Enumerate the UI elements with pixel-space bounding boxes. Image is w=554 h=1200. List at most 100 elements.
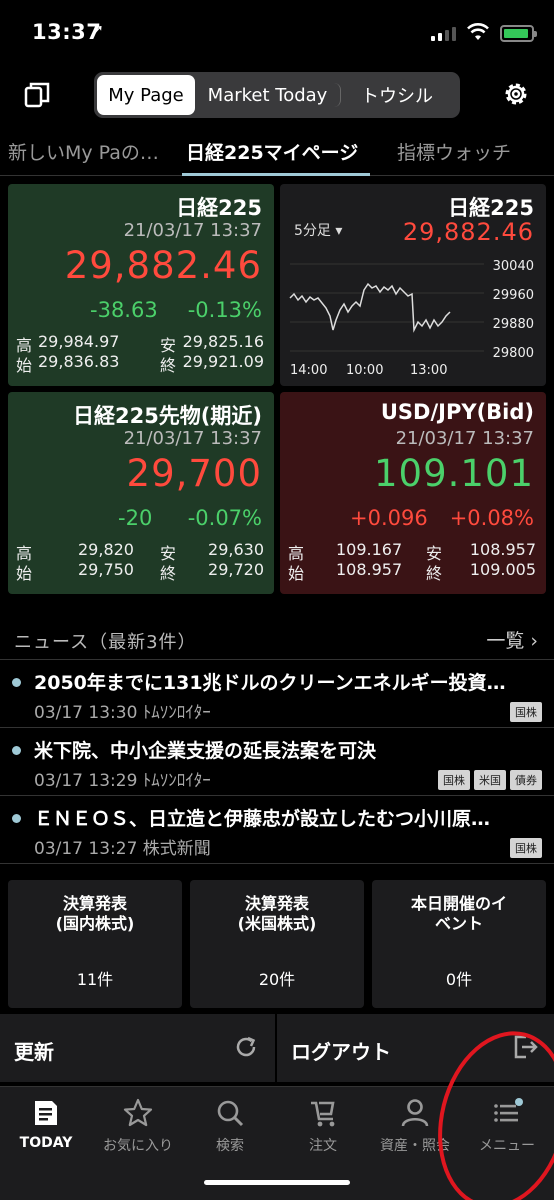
open-value: 29,750 xyxy=(78,560,134,579)
bullet-icon xyxy=(12,746,21,755)
high-value: 29,984.97 xyxy=(38,332,120,351)
close-label: 終 xyxy=(160,356,177,375)
card-name: USD/JPY(Bid) xyxy=(380,400,534,424)
tile-earnings-domestic[interactable]: 決算発表 (国内株式) 11件 xyxy=(8,880,182,1008)
cart-icon xyxy=(311,1101,335,1127)
news-headline: 米下院、中小企業支援の延長法案を可決 xyxy=(34,740,377,762)
logout-icon xyxy=(514,1035,538,1059)
nav-search[interactable]: 検索 xyxy=(184,1097,276,1155)
refresh-button[interactable]: 更新 xyxy=(0,1014,275,1082)
tab-indicator-watch[interactable]: 指標ウォッチ xyxy=(397,138,511,165)
card-name: 日経225 xyxy=(176,196,262,220)
search-icon xyxy=(217,1100,244,1127)
tile-count: 11件 xyxy=(76,970,114,989)
high-value: 109.167 xyxy=(336,540,403,559)
news-header: ニュース（最新3件） 一覧 › xyxy=(0,614,554,660)
x-tick-label: 13:00 xyxy=(410,363,447,378)
status-bar: 13:37 ➚ xyxy=(0,0,554,66)
card-timestamp: 21/03/17 13:37 xyxy=(395,428,534,449)
high-value: 29,820 xyxy=(78,540,134,559)
news-item[interactable]: 米下院、中小企業支援の延長法案を可決 03/17 13:29 ﾄﾑｿﾝﾛｲﾀｰ … xyxy=(0,730,554,796)
card-change: -20 xyxy=(118,506,153,530)
x-tick-label: 14:00 xyxy=(290,363,327,378)
news-list-link[interactable]: 一覧 › xyxy=(486,626,538,653)
gear-icon[interactable] xyxy=(500,78,532,110)
low-value: 29,630 xyxy=(208,540,264,559)
card-row-high-low: 高 29,820 安 29,630 xyxy=(16,540,264,563)
card-change: -38.63 xyxy=(90,298,158,322)
news-title: ニュース（最新3件） xyxy=(14,632,197,653)
nikkei225-futures-card[interactable]: 日経225先物(期近) 21/03/17 13:37 29,700 -20 -0… xyxy=(8,392,274,594)
news-tag: 債券 xyxy=(510,770,542,790)
card-price: 29,882.46 xyxy=(64,244,262,287)
active-tab-indicator xyxy=(182,173,370,176)
card-change-pct: -0.13% xyxy=(187,298,262,322)
tile-count: 20件 xyxy=(258,970,296,989)
news-headline: 2050年までに131兆ドルのクリーンエネルギー投資… xyxy=(34,672,506,694)
nav-today[interactable]: TODAY xyxy=(0,1097,92,1151)
card-change: +0.096 xyxy=(350,506,428,530)
tile-today-events[interactable]: 本日開催のイ ベント 0件 xyxy=(372,880,546,1008)
nav-order[interactable]: 注文 xyxy=(277,1097,369,1155)
news-headline: ＥＮＥＯＳ、日立造と伊藤忠が設立したむつ小川原… xyxy=(34,808,491,830)
card-row-high-low: 高 109.167 安 108.957 xyxy=(288,540,536,563)
segment-toushiru[interactable]: トウシル xyxy=(341,75,453,115)
logout-button[interactable]: ログアウト xyxy=(277,1014,554,1082)
nav-favorites[interactable]: お気に入り xyxy=(92,1097,184,1155)
nav-label: 検索 xyxy=(216,1138,244,1154)
card-price: 29,700 xyxy=(126,452,262,495)
copy-icon[interactable] xyxy=(22,80,52,110)
open-label: 始 xyxy=(16,564,33,583)
nav-label: 注文 xyxy=(309,1138,337,1154)
interval-dropdown[interactable]: 5分足 ▾ xyxy=(294,220,342,240)
nav-label: お気に入り xyxy=(103,1138,173,1154)
refresh-label: 更新 xyxy=(14,1040,54,1064)
clock: 13:37 xyxy=(32,20,102,44)
news-meta: 03/17 13:27 株式新聞 xyxy=(34,839,211,859)
tile-label: 本日開催のイ ベント xyxy=(410,894,507,933)
nikkei225-chart-card[interactable]: 日経225 5分足 ▾ 29,882.46 30040 29960 29880 … xyxy=(280,184,546,386)
y-tick-label: 29880 xyxy=(493,317,534,332)
close-label: 終 xyxy=(426,564,443,583)
card-price: 29,882.46 xyxy=(402,218,534,246)
wifi-icon xyxy=(467,23,489,40)
open-value: 29,836.83 xyxy=(38,352,120,371)
segment-my-page[interactable]: My Page xyxy=(97,75,195,115)
open-value: 108.957 xyxy=(336,560,403,579)
card-row-open-close: 始 29,750 終 29,720 xyxy=(16,560,264,583)
tile-count: 0件 xyxy=(445,970,473,989)
nav-assets[interactable]: 資産・照会 xyxy=(369,1097,461,1155)
menu-icon xyxy=(494,1098,523,1122)
tile-earnings-us[interactable]: 決算発表 (米国株式) 20件 xyxy=(190,880,364,1008)
news-meta: 03/17 13:30 ﾄﾑｿﾝﾛｲﾀｰ xyxy=(34,703,211,723)
intraday-line-chart: 30040 29960 29880 29800 14:00 10:00 13:0… xyxy=(289,259,534,378)
location-icon: ➚ xyxy=(92,22,104,38)
news-meta: 03/17 13:29 ﾄﾑｿﾝﾛｲﾀｰ xyxy=(34,771,211,791)
nav-label: メニュー xyxy=(479,1138,535,1154)
nikkei225-card[interactable]: 日経225 21/03/17 13:37 29,882.46 -38.63 -0… xyxy=(8,184,274,386)
card-timestamp: 21/03/17 13:37 xyxy=(123,428,262,449)
page-tabs: 新しいMy Paの… 日経225マイページ 指標ウォッチ xyxy=(0,128,554,176)
usdjpy-card[interactable]: USD/JPY(Bid) 21/03/17 13:37 109.101 +0.0… xyxy=(280,392,546,594)
news-item[interactable]: 2050年までに131兆ドルのクリーンエネルギー投資… 03/17 13:30 … xyxy=(0,662,554,728)
tab-new-mypage[interactable]: 新しいMy Paの… xyxy=(8,138,178,165)
card-price: 109.101 xyxy=(373,452,534,495)
view-segmented-control: My Page Market Today トウシル xyxy=(94,72,460,118)
person-icon xyxy=(401,1099,429,1127)
nav-menu[interactable]: メニュー xyxy=(461,1097,553,1155)
news-tag: 国株 xyxy=(438,770,470,790)
tab-nikkei225-mypage[interactable]: 日経225マイページ xyxy=(186,138,358,165)
x-tick-label: 10:00 xyxy=(346,363,383,378)
news-item[interactable]: ＥＮＥＯＳ、日立造と伊藤忠が設立したむつ小川原… 03/17 13:27 株式新… xyxy=(0,798,554,864)
y-tick-label: 30040 xyxy=(493,259,534,274)
battery-icon xyxy=(500,25,537,42)
segment-market-today[interactable]: Market Today xyxy=(195,83,341,107)
news-tag: 国株 xyxy=(510,702,542,722)
card-change-pct: -0.07% xyxy=(187,506,262,530)
tile-label: 決算発表 (米国株式) xyxy=(237,894,317,933)
logout-label: ログアウト xyxy=(291,1040,391,1064)
news-tag: 米国 xyxy=(474,770,506,790)
newspaper-icon xyxy=(35,1101,57,1125)
card-row-open-close: 始 29,836.83 終 29,921.09 xyxy=(16,352,264,375)
low-value: 108.957 xyxy=(469,540,536,559)
